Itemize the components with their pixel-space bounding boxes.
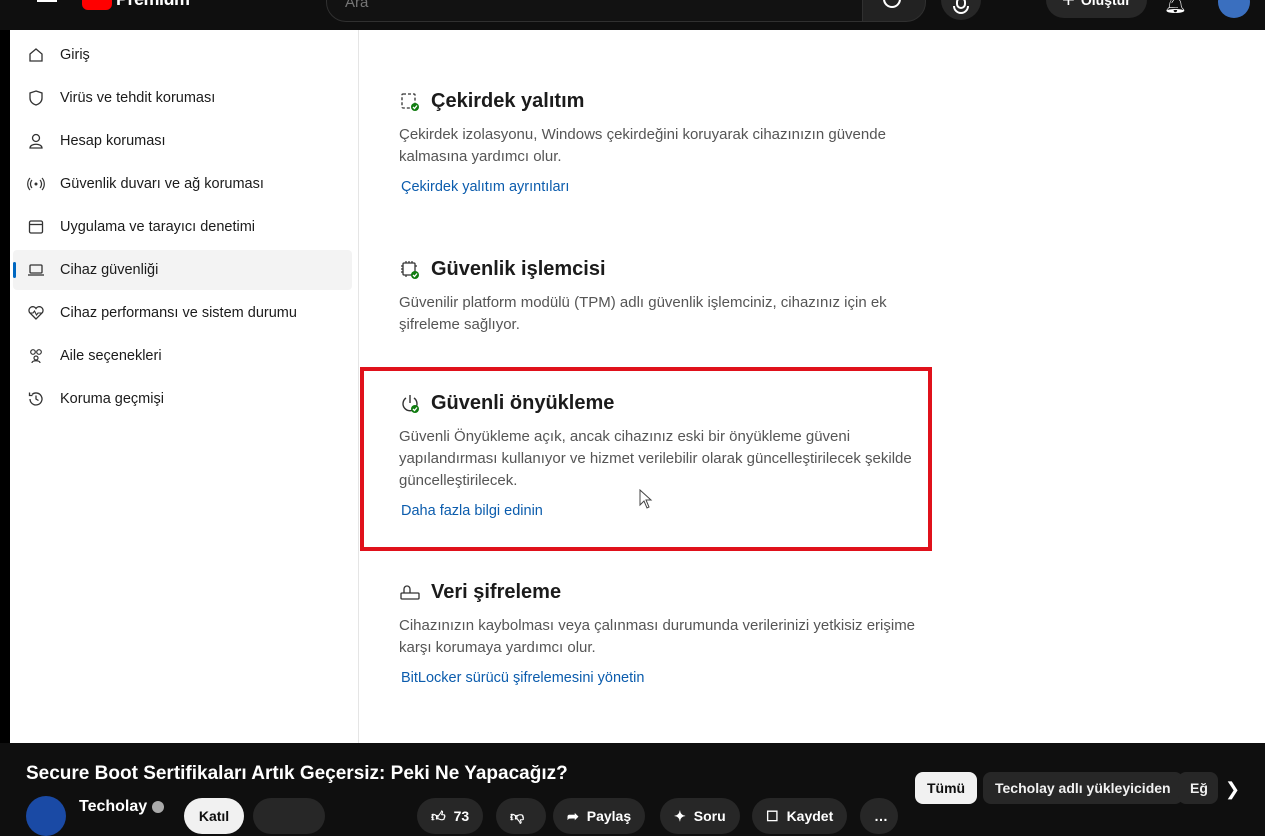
chip-from-uploader[interactable]: Techolay adlı yükleyiciden	[983, 772, 1183, 804]
mouse-cursor-icon	[639, 489, 653, 509]
sidebar-item-device-security[interactable]: Cihaz güvenliği	[13, 250, 352, 290]
search-icon	[883, 0, 901, 8]
security-processor-icon	[399, 259, 421, 281]
menu-icon[interactable]	[37, 0, 57, 8]
subscribe-bell-button[interactable]	[253, 798, 325, 834]
verified-icon	[152, 800, 165, 813]
youtube-logo[interactable]: Premium	[82, 0, 190, 10]
ask-button[interactable]: ✦ Soru	[660, 798, 740, 834]
video-title: Secure Boot Sertifikaları Artık Geçersiz…	[26, 763, 568, 784]
search-box[interactable]	[326, 0, 864, 22]
section-title: Çekirdek yalıtım	[431, 90, 585, 112]
like-button[interactable]: 👍︎ 73	[417, 798, 484, 834]
sidebar-item-label: Güvenlik duvarı ve ağ koruması	[60, 176, 264, 192]
sidebar: Giriş Virüs ve tehdit koruması Hesap kor…	[10, 30, 359, 743]
youtube-top-bar: Premium + Oluştur 🔔︎	[0, 0, 1265, 30]
sidebar-item-home[interactable]: Giriş	[13, 35, 352, 75]
data-encryption-section: Veri şifreleme Cihazınızın kaybolması ve…	[399, 581, 939, 687]
more-actions-button[interactable]: …	[860, 798, 898, 834]
bitlocker-link[interactable]: BitLocker sürücü şifrelemesini yönetin	[401, 670, 644, 686]
security-processor-section: Güvenlik işlemcisi Güvenilir platform mo…	[399, 258, 939, 336]
create-label: Oluştur	[1080, 0, 1131, 8]
wifi-icon	[27, 175, 45, 193]
sidebar-item-label: Virüs ve tehdit koruması	[60, 90, 216, 106]
create-button[interactable]: + Oluştur	[1046, 0, 1147, 18]
home-icon	[27, 46, 45, 64]
dislike-button[interactable]: 👎︎	[496, 798, 546, 834]
sidebar-item-app-browser-control[interactable]: Uygulama ve tarayıcı denetimi	[13, 207, 352, 247]
plus-icon: +	[1062, 0, 1075, 13]
device-security-content: Çekirdek yalıtım Çekirdek izolasyonu, Wi…	[359, 30, 1265, 743]
section-description: Güvenilir platform modülü (TPM) adlı güv…	[399, 294, 887, 333]
sidebar-item-label: Koruma geçmişi	[60, 391, 164, 407]
history-icon	[27, 390, 45, 408]
account-avatar[interactable]	[1218, 0, 1250, 18]
sidebar-item-firewall[interactable]: Güvenlik duvarı ve ağ koruması	[13, 164, 352, 204]
video-info: Secure Boot Sertifikaları Artık Geçersiz…	[0, 743, 1265, 836]
core-isolation-details-link[interactable]: Çekirdek yalıtım ayrıntıları	[401, 179, 569, 195]
sidebar-item-account-protection[interactable]: Hesap koruması	[13, 121, 352, 161]
sidebar-item-label: Aile seçenekleri	[60, 348, 162, 364]
sidebar-item-device-performance[interactable]: Cihaz performansı ve sistem durumu	[13, 293, 352, 333]
section-title: Veri şifreleme	[431, 581, 562, 603]
section-description: Çekirdek izolasyonu, Windows çekirdeğini…	[399, 126, 886, 165]
laptop-icon	[27, 261, 45, 279]
sidebar-item-virus-protection[interactable]: Virüs ve tehdit koruması	[13, 78, 352, 118]
sidebar-item-label: Cihaz güvenliği	[60, 262, 159, 278]
share-button[interactable]: ➦ Paylaş	[553, 798, 646, 834]
notifications-icon[interactable]: 🔔︎	[1164, 0, 1187, 15]
person-icon	[27, 132, 45, 150]
red-highlight-box	[360, 367, 932, 551]
section-description: Cihazınızın kaybolması veya çalınması du…	[399, 617, 916, 656]
shield-icon	[27, 89, 45, 107]
windows-security-window: Giriş Virüs ve tehdit koruması Hesap kor…	[10, 30, 1265, 743]
channel-name[interactable]: Techolay	[79, 798, 165, 816]
sidebar-item-label: Cihaz performansı ve sistem durumu	[60, 305, 297, 321]
chip-educational[interactable]: Eğ	[1178, 772, 1218, 804]
core-isolation-icon	[399, 91, 421, 113]
sidebar-item-label: Hesap koruması	[60, 133, 166, 149]
data-encryption-icon	[399, 582, 421, 604]
premium-label: Premium	[116, 0, 190, 10]
app-window-icon	[27, 218, 45, 236]
family-icon	[27, 347, 45, 365]
microphone-icon	[953, 0, 969, 14]
channel-name-text: Techolay	[79, 798, 148, 815]
sidebar-item-protection-history[interactable]: Koruma geçmişi	[13, 379, 352, 419]
save-button[interactable]: ☐ Kaydet	[752, 798, 848, 834]
heart-pulse-icon	[27, 304, 45, 322]
sidebar-item-family-options[interactable]: Aile seçenekleri	[13, 336, 352, 376]
core-isolation-section: Çekirdek yalıtım Çekirdek izolasyonu, Wi…	[399, 90, 939, 196]
section-title: Güvenlik işlemcisi	[431, 258, 606, 280]
sidebar-item-label: Uygulama ve tarayıcı denetimi	[60, 219, 256, 235]
youtube-play-icon	[82, 0, 112, 10]
search-button[interactable]	[862, 0, 926, 22]
microphone-button[interactable]	[941, 0, 981, 20]
chevron-right-icon[interactable]: ❯	[1225, 779, 1240, 800]
join-button[interactable]: Katıl	[184, 798, 244, 834]
chip-all[interactable]: Tümü	[915, 772, 978, 804]
channel-avatar[interactable]	[26, 796, 66, 836]
sidebar-item-label: Giriş	[60, 47, 90, 63]
video-player[interactable]: Giriş Virüs ve tehdit koruması Hesap kor…	[0, 30, 1265, 743]
search-input[interactable]	[343, 0, 546, 12]
